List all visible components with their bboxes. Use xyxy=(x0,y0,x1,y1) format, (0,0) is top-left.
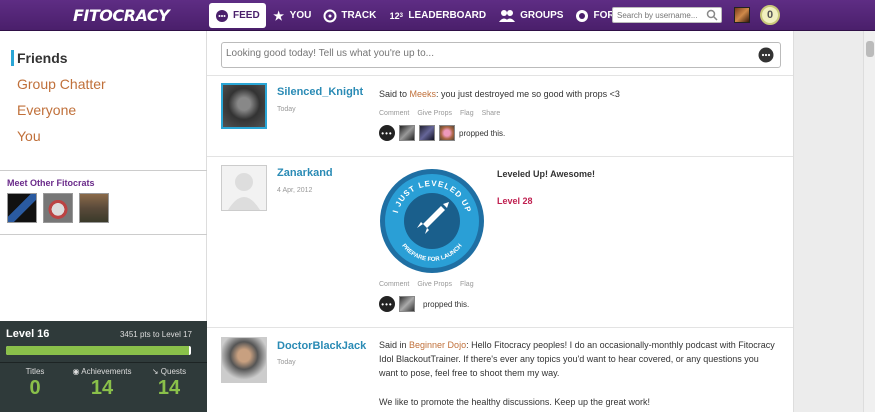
main-nav: FEED ★ YOU TRACK 12 3 LEADERBOARD GROUPS xyxy=(209,3,636,28)
propper-avatar[interactable] xyxy=(399,125,415,141)
feed-item: DoctorBlackJack Today Said in Beginner D… xyxy=(207,327,793,412)
search-icon[interactable] xyxy=(706,8,718,21)
left-sidebar: Friends Group Chatter Everyone You Meet … xyxy=(0,31,207,412)
sidebar-item-everyone[interactable]: Everyone xyxy=(0,102,206,128)
action-row: Comment Give Props Flag Share xyxy=(379,110,500,117)
nav-label: FEED xyxy=(233,10,260,21)
level-progress-fill xyxy=(6,346,190,355)
divider xyxy=(0,234,207,235)
timestamp: Today xyxy=(277,359,296,366)
nav-label: LEADERBOARD xyxy=(408,10,487,21)
nav-leaderboard[interactable]: 12 3 LEADERBOARD xyxy=(382,3,492,28)
chat-bubble-icon xyxy=(215,9,229,23)
stat-value: 0 xyxy=(29,377,41,399)
target-user-link[interactable]: Meeks xyxy=(410,89,437,99)
status-input[interactable] xyxy=(226,48,746,59)
give-props-link[interactable]: Give Props xyxy=(417,281,452,288)
props-row: ••• propped this. xyxy=(379,125,505,141)
group-link[interactable]: Beginner Dojo xyxy=(409,340,466,350)
people-icon xyxy=(498,9,516,23)
avatar[interactable] xyxy=(221,337,267,383)
fitocrat-avatar[interactable] xyxy=(43,193,73,223)
level-up-title: Leveled Up! Awesome! xyxy=(497,169,596,179)
avatar[interactable] xyxy=(221,83,267,129)
fitocracy-logo[interactable]: FITOCRACY xyxy=(73,6,170,25)
gauge-icon xyxy=(323,9,337,23)
feed-panel: Silenced_Knight Today Said to Meeks: you… xyxy=(207,31,794,412)
nav-label: YOU xyxy=(289,10,312,21)
stat-titles[interactable]: Titles 0 xyxy=(5,367,65,400)
meet-fitocrats-title: Meet Other Fitocrats xyxy=(7,178,95,188)
123-icon: 12 3 xyxy=(389,10,404,21)
forum-icon xyxy=(575,9,589,23)
flag-link[interactable]: Flag xyxy=(460,281,474,288)
page-scrollbar[interactable] xyxy=(863,31,875,412)
stat-label: Titles xyxy=(25,367,45,376)
default-avatar-icon xyxy=(228,173,260,210)
leveled-up-badge: I JUST LEVELED UP PREPARE FOR LAUNCH xyxy=(379,168,485,274)
nav-you[interactable]: ★ YOU xyxy=(266,3,318,28)
fitocrat-avatar[interactable] xyxy=(79,193,109,223)
sidebar-item-friends[interactable]: Friends xyxy=(0,50,206,76)
propper-avatar[interactable] xyxy=(439,125,455,141)
stat-label: ↘ Quests xyxy=(151,367,187,376)
fitocrat-avatar[interactable] xyxy=(7,193,37,223)
quest-icon: ↘ xyxy=(151,367,161,376)
divider xyxy=(0,170,207,171)
level-progress-bar xyxy=(6,346,191,355)
propped-text: propped this. xyxy=(459,128,506,138)
give-props-link[interactable]: Give Props xyxy=(417,110,452,117)
propper-avatar[interactable] xyxy=(419,125,435,141)
nav-groups[interactable]: GROUPS xyxy=(492,3,569,28)
points-to-next-level: 3451 pts to Level 17 xyxy=(119,330,192,339)
stat-achievements[interactable]: ◉ Achievements 14 xyxy=(72,367,132,400)
flag-link[interactable]: Flag xyxy=(460,110,474,117)
comment-link[interactable]: Comment xyxy=(379,281,409,288)
more-icon[interactable]: ••• xyxy=(379,125,395,141)
post-chat-icon[interactable] xyxy=(758,47,774,63)
comment-link[interactable]: Comment xyxy=(379,110,409,117)
stat-value: 14 xyxy=(90,377,114,399)
username-link[interactable]: DoctorBlackJack xyxy=(277,340,366,352)
feed-message: Said in Beginner Dojo: Hello Fitocracy p… xyxy=(379,340,775,378)
feed-item: Silenced_Knight Today Said to Meeks: you… xyxy=(207,75,793,156)
level-label: Level 16 xyxy=(6,328,50,340)
nav-label: TRACK xyxy=(341,10,377,21)
star-icon: ★ xyxy=(273,8,285,23)
nav-feed[interactable]: FEED xyxy=(209,3,266,28)
nav-track[interactable]: TRACK xyxy=(317,3,382,28)
achievement-icon: ◉ xyxy=(72,367,82,376)
more-icon[interactable]: ••• xyxy=(379,296,395,312)
feed-filter-nav: Friends Group Chatter Everyone You xyxy=(0,31,206,154)
feed-item: Zanarkand 4 Apr, 2012 I JUST LEVELED UP xyxy=(207,156,793,327)
coin-counter[interactable]: 0 xyxy=(760,5,780,25)
username-link[interactable]: Zanarkand xyxy=(277,167,333,179)
username-link[interactable]: Silenced_Knight xyxy=(277,86,363,98)
avatar[interactable] xyxy=(221,165,267,211)
sidebar-item-group-chatter[interactable]: Group Chatter xyxy=(0,76,206,102)
timestamp: 4 Apr, 2012 xyxy=(277,187,313,194)
timestamp: Today xyxy=(277,106,296,113)
nav-label: GROUPS xyxy=(520,10,564,21)
propped-text: propped this. xyxy=(423,299,470,309)
status-box xyxy=(221,42,781,68)
stat-label: ◉ Achievements xyxy=(72,367,132,376)
feed-message: Said to Meeks: you just destroyed me so … xyxy=(379,89,620,99)
level-up-level: Level 28 xyxy=(497,196,533,206)
stat-quests[interactable]: ↘ Quests 14 xyxy=(139,367,199,400)
stat-value: 14 xyxy=(157,377,181,399)
level-panel: Level 16 3451 pts to Level 17 Titles 0 ◉… xyxy=(0,321,207,412)
sidebar-item-you[interactable]: You xyxy=(0,128,206,154)
action-row: Comment Give Props Flag xyxy=(379,281,474,288)
props-row: ••• propped this. xyxy=(379,296,469,312)
top-navigation-bar: FITOCRACY FEED ★ YOU TRACK 12 3 LEADERBOA… xyxy=(0,0,875,31)
divider xyxy=(0,362,207,363)
meet-fitocrats-list xyxy=(7,193,109,223)
scrollbar-thumb[interactable] xyxy=(866,41,874,57)
share-link[interactable]: Share xyxy=(482,110,501,117)
feed-message-continued: We like to promote the healthy discussio… xyxy=(379,397,650,407)
propper-avatar[interactable] xyxy=(399,296,415,312)
user-avatar[interactable] xyxy=(734,7,750,23)
